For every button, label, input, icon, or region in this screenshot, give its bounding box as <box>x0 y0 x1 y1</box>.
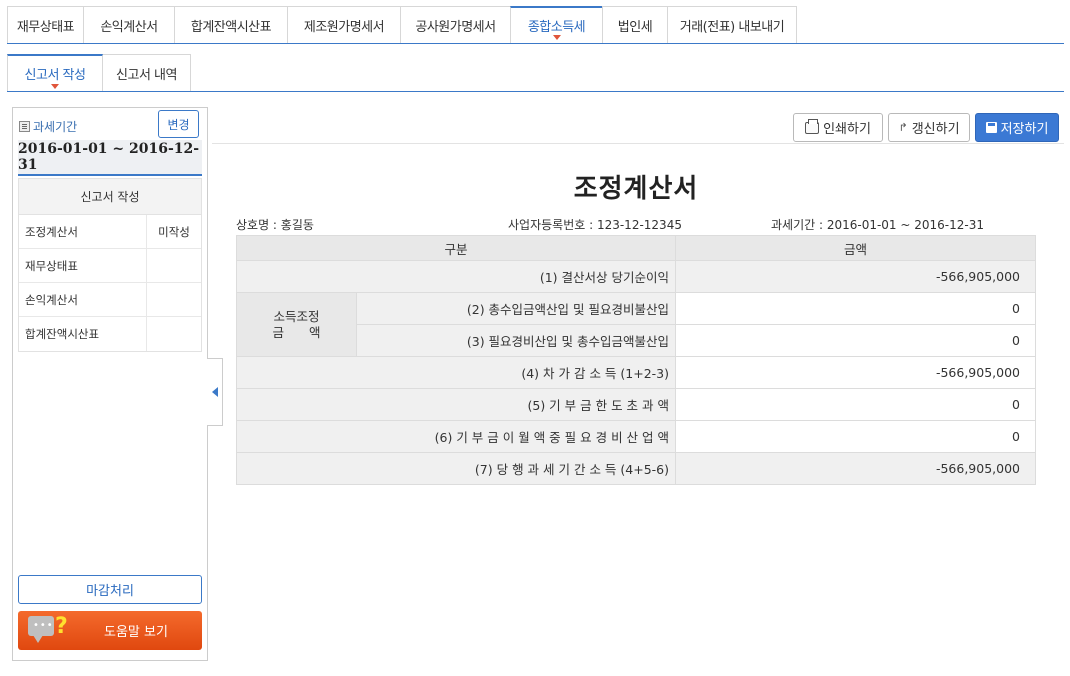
period-header: 과세기간 <box>19 118 77 135</box>
column-header-category: 구분 <box>236 235 676 261</box>
toolbar-divider <box>212 143 1064 144</box>
business-number: 사업자등록번호 : 123-12-12345 <box>508 218 682 232</box>
sub-tab-divider <box>7 91 1064 92</box>
tab-trial-balance[interactable]: 합계잔액시산표 <box>174 6 287 44</box>
tab-write-report[interactable]: 신고서 작성 <box>7 54 103 92</box>
tax-period: 과세기간 : 2016-01-01 ~ 2016-12-31 <box>771 218 984 232</box>
row-label: (3) 필요경비산입 및 총수입금액불산입 <box>356 324 676 357</box>
tab-comprehensive-income-tax[interactable]: 종합소득세 <box>510 6 602 44</box>
list-icon <box>19 121 30 132</box>
sub-tab-bar: 신고서 작성 신고서 내역 <box>7 54 191 92</box>
tab-manufacturing-cost[interactable]: 제조원가명세서 <box>287 6 400 44</box>
row-amount: 0 <box>675 324 1036 357</box>
company-name: 상호명 : 홍길동 <box>236 218 314 232</box>
period-value: 2016-01-01 ~ 2016-12-31 <box>18 140 202 176</box>
table-row: (3) 필요경비산입 및 총수입금액불산입 0 <box>237 324 1036 357</box>
group-label-line-2: 금 액 <box>272 324 321 340</box>
report-item-name: 손익계산서 <box>19 283 147 316</box>
period-label: 과세기간 <box>33 120 78 134</box>
report-item-trial-balance[interactable]: 합계잔액시산표 <box>19 317 201 351</box>
report-item-income-statement[interactable]: 손익계산서 <box>19 283 201 317</box>
table-row: (7) 당 행 과 세 기 간 소 득 (4+5-6) -566,905,000 <box>236 452 1036 485</box>
save-label: 저장하기 <box>1000 122 1049 137</box>
document-title: 조정계산서 <box>573 174 699 204</box>
row-amount: 0 <box>675 292 1036 325</box>
sidebar: 과세기간 변경 2016-01-01 ~ 2016-12-31 신고서 작성 조… <box>12 107 208 661</box>
report-list: 신고서 작성 조정계산서 미작성 재무상태표 손익계산서 합계잔액시산표 <box>18 178 202 352</box>
row-label: (6) 기 부 금 이 월 액 중 필 요 경 비 산 업 액 <box>236 420 676 453</box>
report-item-balance-sheet[interactable]: 재무상태표 <box>19 249 201 283</box>
help-button[interactable]: ••• ? 도움말 보기 <box>18 611 202 650</box>
save-button[interactable]: 저장하기 <box>975 113 1059 142</box>
report-item-status <box>147 317 201 351</box>
report-item-name: 조정계산서 <box>19 215 147 248</box>
row-amount: 0 <box>675 420 1036 453</box>
row-amount: -566,905,000 <box>675 452 1036 485</box>
table-row: (5) 기 부 금 한 도 초 과 액 0 <box>236 388 1036 421</box>
table-row: 소득조정 금 액 (2) 총수입금액산입 및 필요경비불산입 0 <box>236 292 1036 357</box>
report-item-status <box>147 249 201 282</box>
row-amount: -566,905,000 <box>675 356 1036 389</box>
refresh-icon: ↱ <box>898 121 908 134</box>
refresh-button[interactable]: ↱ 갱신하기 <box>888 113 970 142</box>
help-chat-icon: ••• ? <box>18 611 68 650</box>
tab-balance-sheet[interactable]: 재무상태표 <box>7 6 83 44</box>
row-amount: -566,905,000 <box>675 260 1036 293</box>
group-label-line-1: 소득조정 <box>273 308 320 324</box>
report-item-name: 재무상태표 <box>19 249 147 282</box>
table-header-row: 구분 금액 <box>236 235 1036 261</box>
top-tab-divider <box>7 43 1064 44</box>
help-button-label: 도움말 보기 <box>104 625 168 640</box>
tab-export-transactions[interactable]: 거래(전표) 내보내기 <box>667 6 797 44</box>
print-button[interactable]: 인쇄하기 <box>793 113 883 142</box>
table-row: (4) 차 가 감 소 득 (1+2-3) -566,905,000 <box>236 356 1036 389</box>
table-row: (6) 기 부 금 이 월 액 중 필 요 경 비 산 업 액 0 <box>236 420 1036 453</box>
close-period-button[interactable]: 마감처리 <box>18 575 202 604</box>
top-tab-bar: 재무상태표 손익계산서 합계잔액시산표 제조원가명세서 공사원가명세서 종합소득… <box>7 6 797 44</box>
print-label: 인쇄하기 <box>823 122 871 137</box>
tab-construction-cost[interactable]: 공사원가명세서 <box>400 6 510 44</box>
row-label: (7) 당 행 과 세 기 간 소 득 (4+5-6) <box>236 452 676 485</box>
column-header-amount: 금액 <box>675 235 1036 261</box>
table-row: (1) 결산서상 당기순이익 -566,905,000 <box>236 260 1036 293</box>
tab-corporate-tax[interactable]: 법인세 <box>602 6 667 44</box>
report-item-name: 합계잔액시산표 <box>19 317 147 351</box>
tab-income-statement[interactable]: 손익계산서 <box>83 6 174 44</box>
report-item-status <box>147 283 201 316</box>
row-label: (5) 기 부 금 한 도 초 과 액 <box>236 388 676 421</box>
row-label: (2) 총수입금액산입 및 필요경비불산입 <box>356 292 676 325</box>
adjustment-table: 구분 금액 (1) 결산서상 당기순이익 -566,905,000 소득조정 금 … <box>236 235 1036 485</box>
tab-report-history[interactable]: 신고서 내역 <box>103 54 191 92</box>
toolbar: 인쇄하기 ↱ 갱신하기 저장하기 <box>793 113 1059 142</box>
printer-icon <box>805 118 820 134</box>
row-label: (1) 결산서상 당기순이익 <box>236 260 676 293</box>
sidebar-collapse-handle[interactable] <box>207 358 223 426</box>
row-label: (4) 차 가 감 소 득 (1+2-3) <box>236 356 676 389</box>
report-item-status: 미작성 <box>158 224 190 239</box>
row-amount: 0 <box>675 388 1036 421</box>
report-item-adjustment[interactable]: 조정계산서 미작성 <box>19 215 201 249</box>
save-icon <box>985 122 997 133</box>
chevron-left-icon <box>211 387 218 397</box>
change-period-button[interactable]: 변경 <box>158 110 199 138</box>
income-adjustment-group-label: 소득조정 금 액 <box>236 292 357 357</box>
report-list-header: 신고서 작성 <box>19 179 201 215</box>
refresh-label: 갱신하기 <box>911 122 960 137</box>
